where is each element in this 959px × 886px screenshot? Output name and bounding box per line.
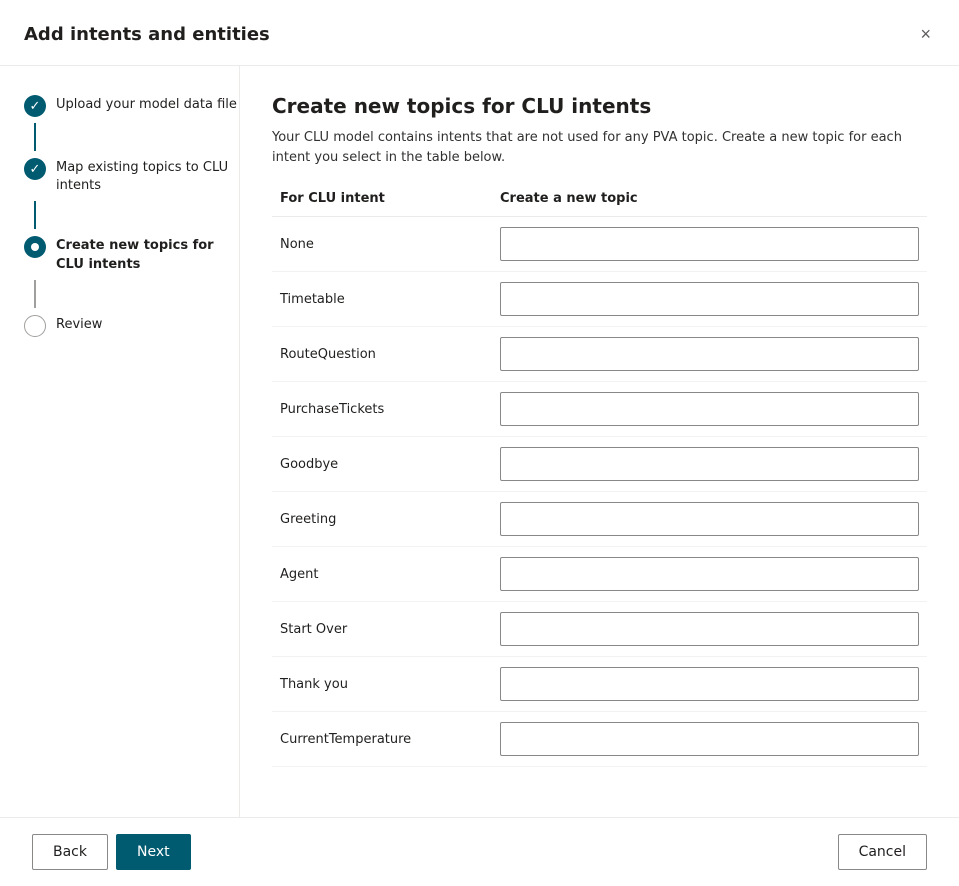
table-row: RouteQuestion (272, 327, 927, 382)
page-description: Your CLU model contains intents that are… (272, 128, 927, 167)
topic-cell (492, 437, 927, 492)
topic-input[interactable] (500, 392, 919, 426)
topic-input[interactable] (500, 667, 919, 701)
topic-input[interactable] (500, 722, 919, 756)
topic-input[interactable] (500, 282, 919, 316)
topic-cell (492, 712, 927, 767)
intent-cell: Start Over (272, 602, 492, 657)
checkmark-icon: ✓ (30, 99, 41, 114)
back-button[interactable]: Back (32, 834, 108, 870)
modal: Add intents and entities × ✓ Upload your… (0, 0, 959, 886)
col-header-intent: For CLU intent (272, 191, 492, 217)
topic-cell (492, 657, 927, 712)
step-review-icon (24, 315, 46, 337)
cancel-button[interactable]: Cancel (838, 834, 927, 870)
step-create-label: Create new topics for CLU intents (56, 235, 239, 273)
table-row: PurchaseTickets (272, 382, 927, 437)
connector-2 (34, 201, 36, 229)
modal-footer: Back Next Cancel (0, 817, 959, 886)
step-create-dot (31, 243, 39, 251)
step-create-icon (24, 236, 46, 258)
topic-cell (492, 217, 927, 272)
table-row: None (272, 217, 927, 272)
step-review-label: Review (56, 314, 102, 334)
main-content: Create new topics for CLU intents Your C… (240, 66, 959, 817)
intent-cell: Goodbye (272, 437, 492, 492)
checkmark-icon-2: ✓ (30, 162, 41, 177)
intent-cell: None (272, 217, 492, 272)
topic-cell (492, 327, 927, 382)
intent-cell: CurrentTemperature (272, 712, 492, 767)
close-icon: × (920, 24, 931, 45)
intent-cell: Greeting (272, 492, 492, 547)
sidebar: ✓ Upload your model data file ✓ Map exis… (0, 66, 240, 817)
table-row: Timetable (272, 272, 927, 327)
topic-cell (492, 492, 927, 547)
topic-cell (492, 272, 927, 327)
modal-header: Add intents and entities × (0, 0, 959, 66)
step-upload: ✓ Upload your model data file (24, 90, 239, 121)
intent-table: For CLU intent Create a new topic NoneTi… (272, 191, 927, 767)
step-map-icon: ✓ (24, 158, 46, 180)
topic-input[interactable] (500, 447, 919, 481)
table-row: Agent (272, 547, 927, 602)
step-create: Create new topics for CLU intents (24, 231, 239, 277)
connector-1 (34, 123, 36, 151)
intent-cell: Agent (272, 547, 492, 602)
step-upload-label: Upload your model data file (56, 94, 237, 114)
topic-cell (492, 382, 927, 437)
table-row: Thank you (272, 657, 927, 712)
intent-cell: Timetable (272, 272, 492, 327)
topic-input[interactable] (500, 337, 919, 371)
table-row: Goodbye (272, 437, 927, 492)
table-row: Start Over (272, 602, 927, 657)
step-map-label: Map existing topics to CLU intents (56, 157, 239, 195)
close-button[interactable]: × (916, 20, 935, 49)
next-button[interactable]: Next (116, 834, 191, 870)
intent-cell: Thank you (272, 657, 492, 712)
topic-input[interactable] (500, 557, 919, 591)
step-upload-icon: ✓ (24, 95, 46, 117)
step-map: ✓ Map existing topics to CLU intents (24, 153, 239, 199)
connector-3 (34, 280, 36, 308)
intent-cell: PurchaseTickets (272, 382, 492, 437)
topic-cell (492, 547, 927, 602)
topic-input[interactable] (500, 612, 919, 646)
col-header-topic: Create a new topic (492, 191, 927, 217)
topic-input[interactable] (500, 502, 919, 536)
footer-left-buttons: Back Next (32, 834, 191, 870)
table-row: CurrentTemperature (272, 712, 927, 767)
intent-cell: RouteQuestion (272, 327, 492, 382)
page-title: Create new topics for CLU intents (272, 94, 927, 118)
topic-input[interactable] (500, 227, 919, 261)
topic-cell (492, 602, 927, 657)
table-row: Greeting (272, 492, 927, 547)
modal-body: ✓ Upload your model data file ✓ Map exis… (0, 66, 959, 817)
step-review: Review (24, 310, 239, 341)
modal-title: Add intents and entities (24, 24, 270, 45)
